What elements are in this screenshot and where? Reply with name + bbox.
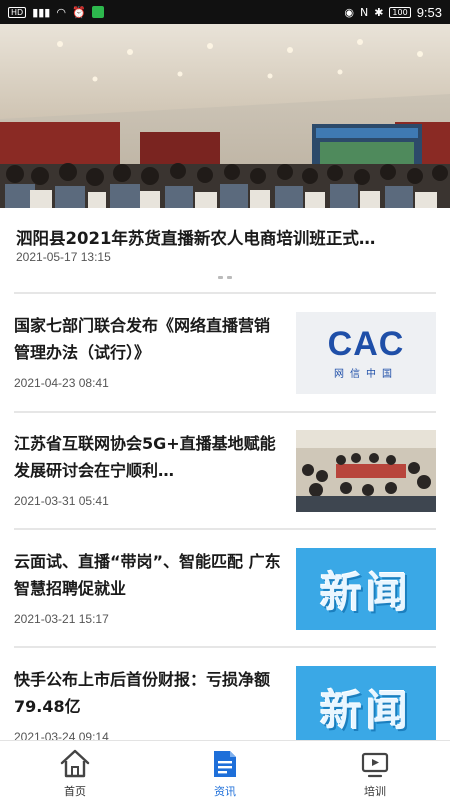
news-date: 2021-04-23 08:41 [14, 376, 109, 390]
clock: 9:53 [416, 4, 442, 20]
cac-logo: CAC [327, 324, 405, 363]
app-icon [91, 6, 104, 18]
news-thumbnail[interactable]: 新闻 [296, 548, 436, 630]
news-title[interactable]: 国家七部门联合发布《网络直播营销管理办法（试行）》 [14, 312, 282, 366]
bluetooth-icon: ✱ [374, 5, 384, 19]
sim-icon: HD [8, 6, 27, 18]
nav-item-home[interactable]: 首页 [0, 741, 150, 800]
status-right: ◉ N ✱ 100 9:53 [344, 5, 442, 20]
banner-date: 2021-05-17 13:15 [16, 250, 111, 264]
battery-icon: 100 [389, 6, 411, 18]
news-thumb-text: 新闻 [319, 567, 412, 617]
battery-level: 100 [392, 7, 408, 17]
news-thumbnail[interactable] [296, 430, 436, 512]
signal-icon: ▮▮▮ [32, 5, 51, 19]
banner-title[interactable]: 泗阳县2021年苏货直播新农人电商培训班正式… [16, 225, 436, 249]
nav-item-training[interactable]: 培训 [300, 741, 450, 800]
banner-image[interactable] [0, 24, 450, 208]
conference-photo [0, 24, 450, 208]
nav-label-news: 资讯 [214, 785, 236, 798]
status-bar: HD ▮▮▮ ◠ ⏰ ◉ N ✱ 100 9:53 [0, 0, 450, 24]
news-title[interactable]: 云面试、直播“带岗”、智能匹配 广东智慧招聘促就业 [14, 548, 282, 602]
training-icon [361, 752, 389, 778]
eye-icon: ◉ [344, 5, 354, 19]
nfc-icon: N [359, 5, 369, 19]
alarm-icon: ⏰ [71, 5, 86, 19]
bottom-nav: 首页 资讯 培训 [0, 740, 450, 800]
nav-label-home: 首页 [64, 785, 86, 798]
news-title[interactable]: 快手公布上市后首份财报：亏损净额79.48亿 [14, 666, 282, 720]
wifi-icon: ◠ [56, 5, 66, 19]
news-date: 2021-03-21 15:17 [14, 612, 109, 626]
news-thumb-text: 新闻 [319, 685, 412, 735]
banner-caption[interactable]: 泗阳县2021年苏货直播新农人电商培训班正式… 2021-05-17 13:15 [0, 208, 450, 284]
news-title[interactable]: 江苏省互联网协会5G+直播基地赋能发展研讨会在宁顺利… [14, 430, 282, 484]
news-item[interactable]: 江苏省互联网协会5G+直播基地赋能发展研讨会在宁顺利… 2021-03-31 0… [0, 412, 450, 530]
nav-item-news[interactable]: 资讯 [150, 741, 300, 800]
carousel-indicator [0, 276, 450, 279]
meeting-photo [296, 430, 436, 512]
news-date: 2021-03-31 05:41 [14, 494, 109, 508]
status-left: HD ▮▮▮ ◠ ⏰ [8, 6, 104, 19]
news-icon [214, 751, 236, 777]
news-item[interactable]: 国家七部门联合发布《网络直播营销管理办法（试行）》 2021-04-23 08:… [0, 294, 450, 412]
cac-logo-subtitle: 网信中国 [334, 368, 398, 380]
news-thumbnail[interactable]: CAC 网信中国 [296, 312, 436, 394]
carousel-dot [218, 276, 223, 279]
nav-label-training: 培训 [364, 785, 386, 798]
news-thumbnail[interactable]: 新闻 [296, 666, 436, 748]
home-icon [60, 749, 90, 778]
news-item[interactable]: 云面试、直播“带岗”、智能匹配 广东智慧招聘促就业 2021-03-21 15:… [0, 530, 450, 648]
carousel-dot [227, 276, 232, 279]
